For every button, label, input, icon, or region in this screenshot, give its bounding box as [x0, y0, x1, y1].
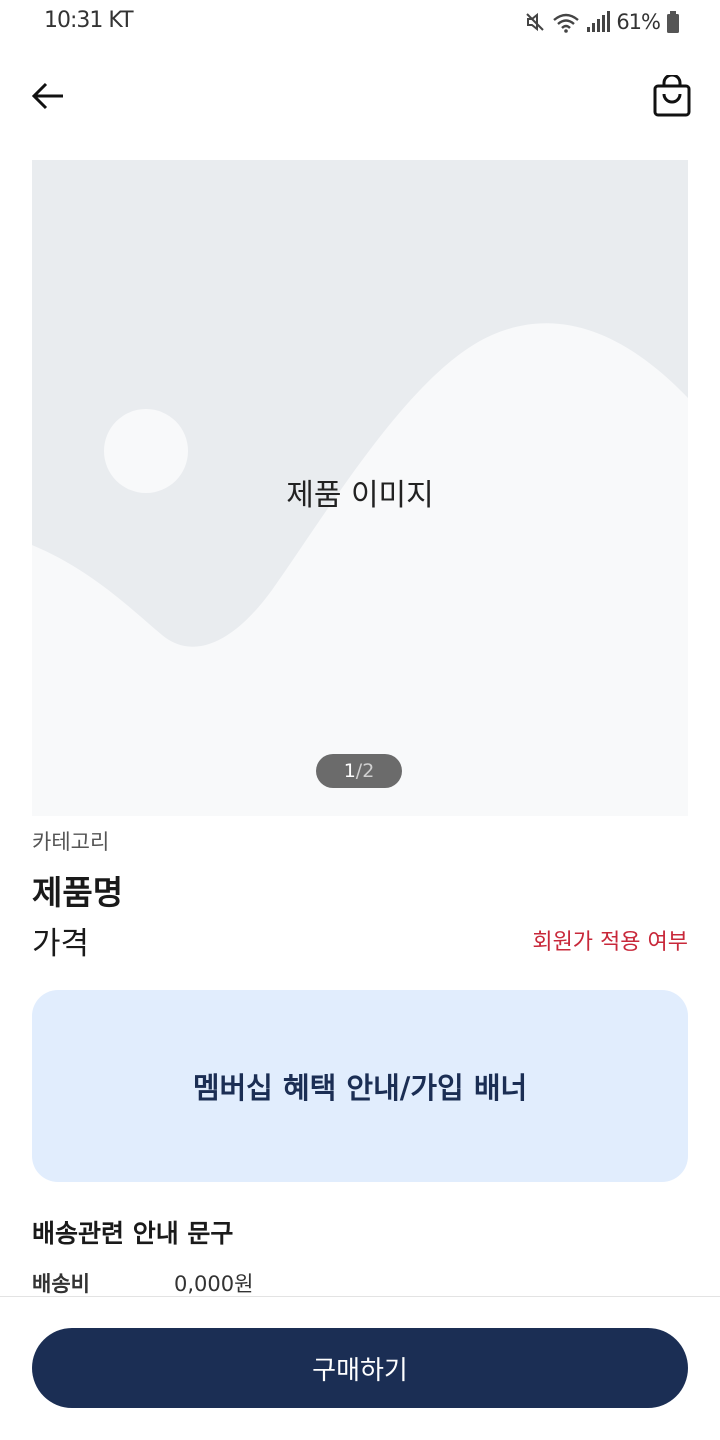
wifi-icon — [552, 11, 580, 33]
product-detail-screen: 10:31 KT 61% 제품 이미지 1 / 2 카테고리 제품명 가격 회원… — [0, 0, 720, 1440]
buy-button[interactable]: 구매하기 — [32, 1328, 688, 1408]
shipping-info-title: 배송관련 안내 문구 — [32, 1219, 234, 1248]
membership-banner-text: 멤버십 혜택 안내/가입 배너 — [192, 1071, 528, 1105]
status-time: 10:31 KT — [44, 8, 134, 33]
shipping-fee-label: 배송비 — [32, 1272, 90, 1296]
back-button[interactable] — [26, 74, 70, 118]
product-price: 가격 — [32, 926, 90, 962]
shipping-fee-row: 배송비 0,000원 — [32, 1268, 688, 1298]
shopping-bag-icon — [653, 75, 691, 117]
battery-icon — [666, 11, 680, 33]
page-total: 2 — [362, 760, 375, 782]
signal-icon — [586, 11, 611, 33]
product-image-label: 제품 이미지 — [286, 478, 434, 513]
arrow-left-icon — [31, 82, 63, 110]
status-bar: 10:31 KT 61% — [0, 0, 720, 44]
cart-button[interactable] — [648, 72, 696, 120]
product-image-carousel[interactable]: 제품 이미지 1 / 2 — [32, 160, 688, 816]
bottom-purchase-bar: 구매하기 — [0, 1296, 720, 1440]
member-price-note: 회원가 적용 여부 — [532, 930, 688, 955]
status-icons: 61% — [524, 8, 680, 36]
app-bar — [0, 60, 720, 132]
shipping-fee-value: 0,000원 — [174, 1272, 254, 1296]
product-name: 제품명 — [32, 873, 124, 912]
battery-percent: 61% — [616, 10, 661, 34]
membership-banner[interactable]: 멤버십 혜택 안내/가입 배너 — [32, 990, 688, 1182]
mute-icon — [524, 11, 546, 33]
page-current: 1 — [343, 760, 356, 782]
page-indicator: 1 / 2 — [316, 754, 402, 788]
product-category: 카테고리 — [32, 830, 110, 854]
